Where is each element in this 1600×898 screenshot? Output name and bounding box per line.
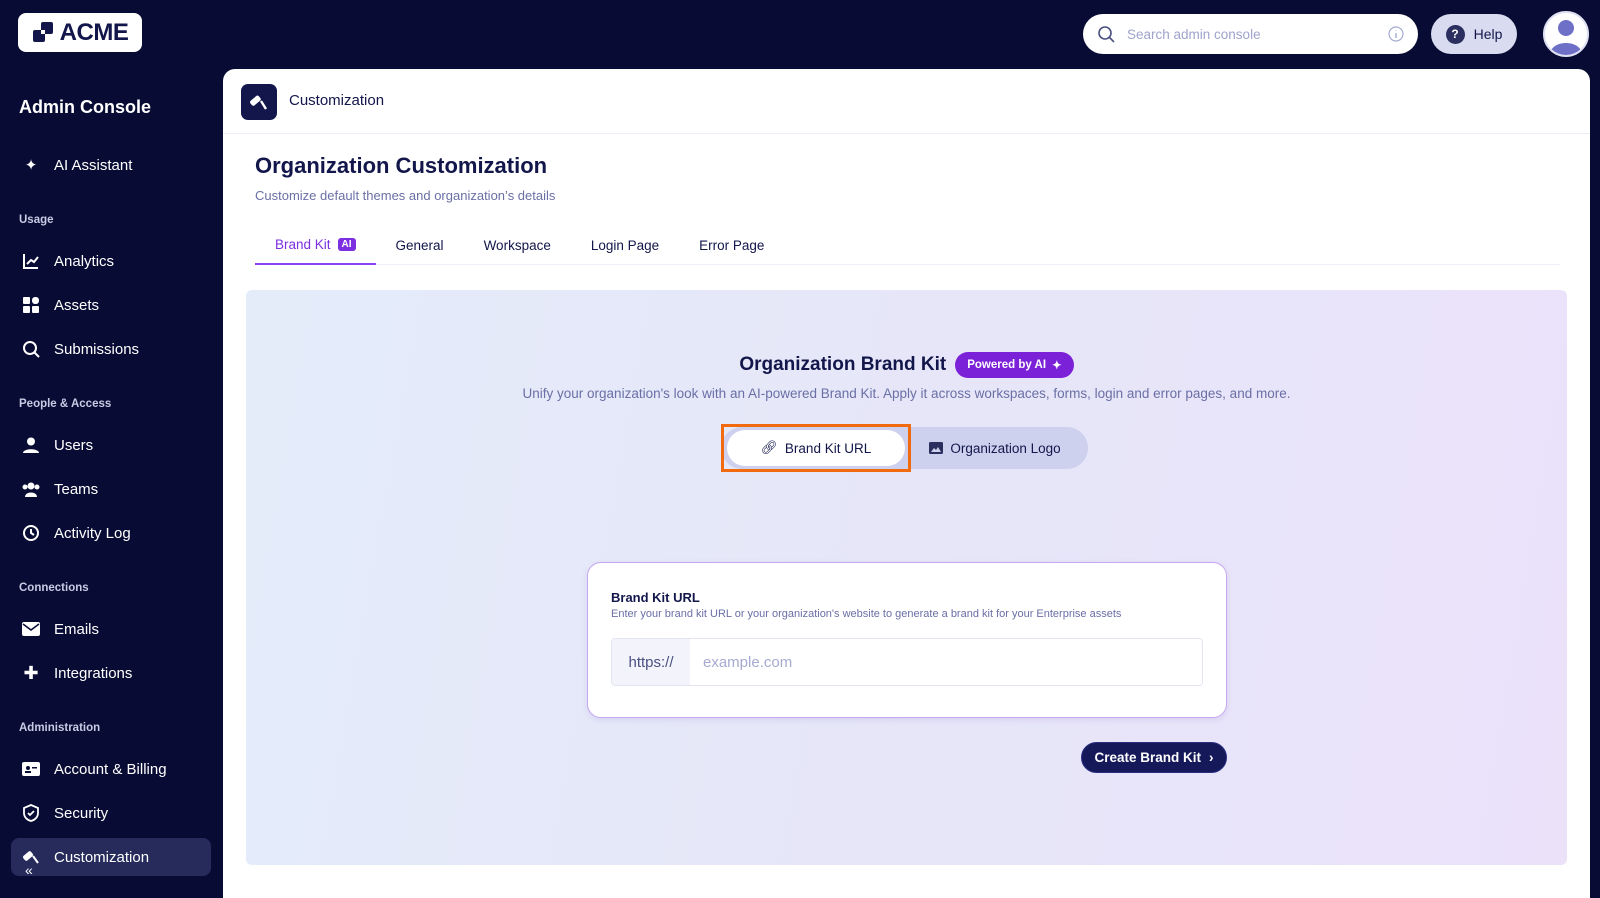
section-administration: Administration <box>19 722 101 734</box>
source-toggle: 🔗︎ Brand Kit URL Organization Logo <box>721 427 1088 469</box>
search-bar[interactable] <box>1083 14 1418 54</box>
sidebar-item-label: Analytics <box>54 252 115 270</box>
url-field-label: Brand Kit URL <box>611 590 700 605</box>
tab-login-page[interactable]: Login Page <box>571 225 679 265</box>
brand-kit-url-card: Brand Kit URL Enter your brand kit URL o… <box>587 562 1227 718</box>
section-connections: Connections <box>19 582 89 594</box>
pill-label: Powered by AI <box>967 359 1047 371</box>
search-icon <box>1098 26 1115 43</box>
sidebar-item-label: Account & Billing <box>54 760 167 778</box>
page-subtitle: Customize default themes and organizatio… <box>255 188 556 203</box>
user-icon <box>1550 20 1582 55</box>
brand-kit-description: Unify your organization's look with an A… <box>522 386 1291 401</box>
brand-kit-title: Organization Brand Kit <box>739 354 947 375</box>
main-panel: Customization Organization Customization… <box>223 69 1590 898</box>
toggle-organization-logo[interactable]: Organization Logo <box>905 430 1085 466</box>
sidebar-item-integrations[interactable]: ✚ Integrations <box>11 654 211 692</box>
sparkle-icon: ✦ <box>1052 360 1062 372</box>
chevron-right-icon: › <box>1209 750 1214 765</box>
sidebar-item-label: Activity Log <box>54 524 131 542</box>
sidebar-item-label: Assets <box>54 296 100 314</box>
tab-label: Brand Kit <box>275 236 331 252</box>
search-input[interactable] <box>1127 26 1388 42</box>
sidebar-item-label: Teams <box>54 480 99 498</box>
url-field-description: Enter your brand kit URL or your organiz… <box>611 608 1122 620</box>
sidebar-item-customization[interactable]: Customization <box>11 838 211 876</box>
sidebar-title: Admin Console <box>19 97 152 117</box>
create-brand-kit-button[interactable]: Create Brand Kit › <box>1081 742 1227 773</box>
page-title: Organization Customization <box>255 153 548 178</box>
search-icon <box>21 339 41 359</box>
sidebar-item-teams[interactable]: Teams <box>11 470 211 508</box>
mail-icon <box>21 619 41 639</box>
sidebar-item-security[interactable]: Security <box>11 794 211 832</box>
sidebar-item-submissions[interactable]: Submissions <box>11 330 211 368</box>
grid-icon <box>21 295 41 315</box>
tab-workspace[interactable]: Workspace <box>464 225 571 265</box>
help-label: Help <box>1473 26 1503 42</box>
panel-header-title: Customization <box>289 92 385 109</box>
brand-kit-url-input[interactable] <box>690 639 1202 685</box>
sidebar-item-users[interactable]: Users <box>11 426 211 464</box>
collapse-sidebar-icon[interactable]: « <box>25 862 33 878</box>
sidebar-item-account-billing[interactable]: Account & Billing <box>11 750 211 788</box>
image-icon <box>929 442 944 454</box>
id-card-icon <box>21 759 41 779</box>
sidebar-item-label: Integrations <box>54 664 133 682</box>
sidebar-item-activity-log[interactable]: Activity Log <box>11 514 211 552</box>
section-people-access: People & Access <box>19 398 112 410</box>
team-icon <box>21 479 41 499</box>
sparkle-icon: ✦ <box>24 157 38 174</box>
button-label: Create Brand Kit <box>1094 750 1202 765</box>
url-field: https:// <box>611 638 1203 686</box>
sidebar-item-assets[interactable]: Assets <box>11 286 211 324</box>
sidebar-item-label: Emails <box>54 620 100 638</box>
brand-kit-section: Organization Brand Kit Powered by AI ✦ Un… <box>246 290 1567 865</box>
ai-badge: AI <box>337 237 356 251</box>
sidebar-item-label: Users <box>54 436 94 454</box>
link-icon: 🔗︎ <box>760 440 778 455</box>
sidebar-item-label: AI Assistant <box>54 156 133 174</box>
question-icon: ? <box>1445 24 1465 44</box>
sidebar-item-label: Security <box>54 804 109 822</box>
tab-brand-kit[interactable]: Brand Kit AI <box>255 225 376 265</box>
user-avatar[interactable] <box>1543 11 1589 57</box>
chart-icon <box>21 251 41 271</box>
sidebar-item-ai-assistant[interactable]: ✦ AI Assistant <box>11 146 211 184</box>
shield-icon <box>21 803 41 823</box>
history-icon <box>21 523 41 543</box>
sidebar-item-label: Submissions <box>54 340 140 358</box>
logo-mark-icon <box>32 21 53 42</box>
url-prefix: https:// <box>612 639 690 685</box>
customization-icon <box>241 84 277 120</box>
divider <box>223 133 1590 134</box>
section-usage: Usage <box>19 214 54 226</box>
user-icon <box>21 435 41 455</box>
acme-logo[interactable]: ACME <box>18 13 142 52</box>
sidebar-item-emails[interactable]: Emails <box>11 610 211 648</box>
tab-general[interactable]: General <box>376 225 464 265</box>
sidebar-item-analytics[interactable]: Analytics <box>11 242 211 280</box>
powered-by-ai-badge: Powered by AI ✦ <box>955 352 1074 378</box>
help-button[interactable]: ? Help <box>1431 14 1517 54</box>
toggle-brand-kit-url[interactable]: 🔗︎ Brand Kit URL <box>727 430 905 466</box>
toggle-label: Brand Kit URL <box>784 440 872 456</box>
info-icon[interactable] <box>1388 26 1404 42</box>
tab-error-page[interactable]: Error Page <box>679 225 784 265</box>
sidebar-item-label: Customization <box>54 848 150 866</box>
puzzle-icon: ✚ <box>23 662 39 683</box>
toggle-label: Organization Logo <box>950 440 1061 456</box>
logo-text: ACME <box>59 18 129 46</box>
tab-bar: Brand Kit AI General Workspace Login Page… <box>255 225 1560 265</box>
